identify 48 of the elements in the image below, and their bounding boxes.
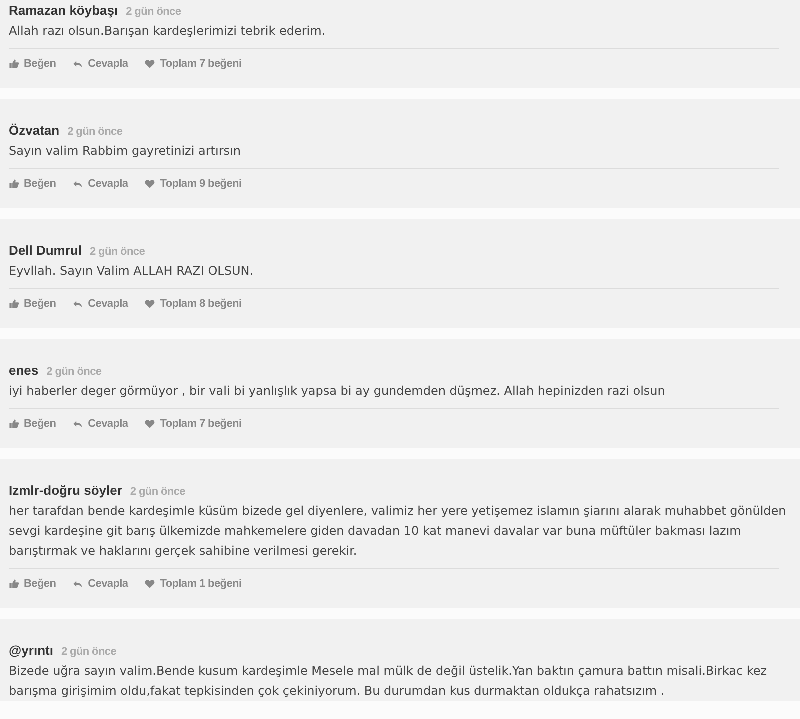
comment-time: 2 gün önce	[90, 245, 146, 260]
like-count: Toplam 7 beğeni	[145, 415, 242, 433]
author-name[interactable]: enes	[9, 362, 39, 380]
thumbs-up-icon	[9, 179, 19, 189]
reply-button[interactable]: Cevapla	[73, 175, 128, 193]
reply-arrow-icon	[73, 579, 84, 589]
comment-time: 2 gün önce	[130, 485, 186, 500]
comment-text: iyi haberler deger görmüyor , bir vali bi yanlışlık yapsa bi ay gundemden düşmez. Allah hepinizden razi olsun	[9, 383, 666, 400]
heart-icon	[145, 579, 156, 589]
thumbs-up-icon	[9, 419, 19, 429]
comment-time: 2 gün önce	[126, 5, 182, 20]
reply-button[interactable]: Cevapla	[73, 575, 128, 593]
comment-time: 2 gün önce	[46, 365, 102, 380]
reply-arrow-icon	[73, 59, 84, 69]
like-button[interactable]: Beğen	[9, 175, 56, 193]
reply-arrow-icon	[73, 419, 84, 429]
author-name[interactable]: @yrıntı	[9, 642, 54, 660]
thumbs-up-icon	[9, 59, 19, 69]
comment-text: Eyvllah. Sayın Valim ALLAH RAZI OLSUN.	[9, 263, 255, 280]
like-count: Toplam 1 beğeni	[145, 575, 242, 593]
like-count: Toplam 7 beğeni	[145, 55, 242, 73]
reply-button[interactable]: Cevapla	[73, 295, 128, 313]
comment-text: Allah razı olsun.Barışan kardeşlerimizi tebrik ederim.	[9, 23, 327, 40]
heart-icon	[145, 419, 156, 429]
like-button[interactable]: Beğen	[9, 295, 56, 313]
reply-arrow-icon	[73, 299, 84, 309]
heart-icon	[145, 59, 156, 69]
like-count: Toplam 9 beğeni	[145, 175, 242, 193]
thumbs-up-icon	[9, 579, 19, 589]
comment-text: Bizede uğra sayın valim.Bende kusum kardeşimle Mesele mal mülk de değil üstelik.Yan baktın çamura battın misali.Birkac kez barışma girişimim oldu,fakat tepkisinden çok çekiniyorum. Bu durumdan kus durmaktan oldukça rahatsızım .	[9, 663, 768, 700]
comment-text: her tarafdan bende kardeşimle küsüm bizede gel diyenlere, valimiz her yere yetişemez islamın şiarını alarak muhabbet gönülden sevgi kardeşine git barış ülkemizde mahkemelere giden davadan 10 kat manevi davalar var buna müftüler bakması lazım barıştırmak ve haklarını gerçek sahibine verilmesi gerekir.	[9, 503, 788, 560]
author-name[interactable]: Ramazan köybaşı	[9, 2, 118, 20]
reply-button[interactable]: Cevapla	[73, 55, 128, 73]
author-name[interactable]: Izmlr-doğru söyler	[9, 482, 122, 500]
reply-button[interactable]: Cevapla	[73, 415, 128, 433]
author-name[interactable]: Dell Dumrul	[9, 242, 82, 260]
like-count: Toplam 8 beğeni	[145, 295, 242, 313]
comment-time: 2 gün önce	[68, 125, 123, 140]
like-button[interactable]: Beğen	[9, 415, 56, 433]
comment-time: 2 gün önce	[61, 645, 117, 660]
like-button[interactable]: Beğen	[9, 575, 56, 593]
comment-text: Sayın valim Rabbim gayretinizi artırsın	[9, 143, 242, 160]
like-button[interactable]: Beğen	[9, 55, 56, 73]
reply-arrow-icon	[73, 179, 84, 189]
heart-icon	[145, 179, 156, 189]
author-name[interactable]: Özvatan	[9, 122, 60, 140]
heart-icon	[145, 299, 156, 309]
thumbs-up-icon	[9, 299, 19, 309]
